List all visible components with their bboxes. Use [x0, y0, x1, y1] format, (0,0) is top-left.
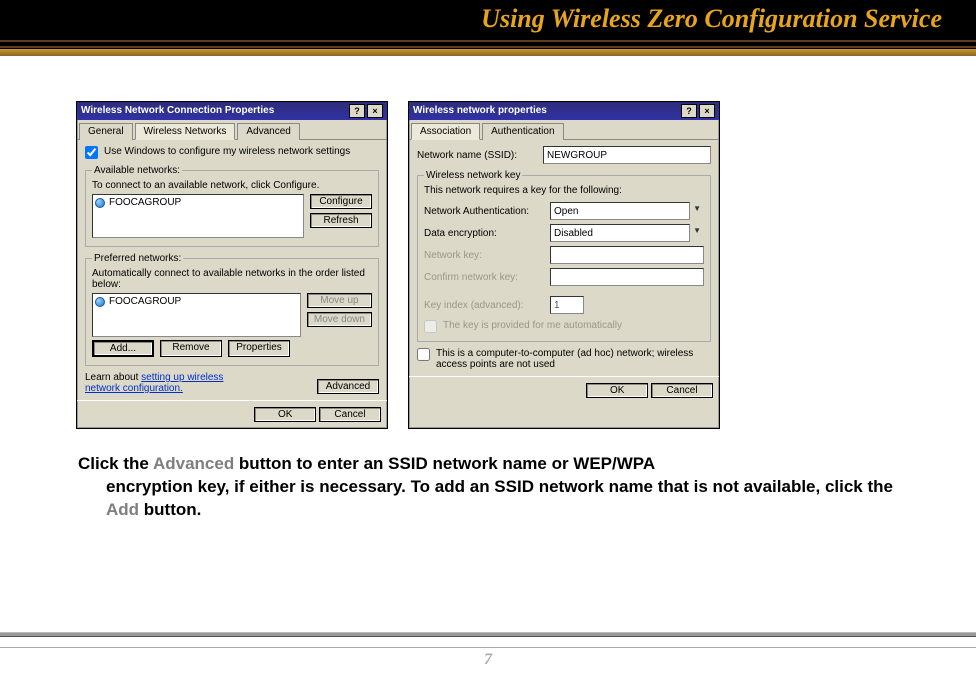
confirm-netkey-label: Confirm network key: — [424, 272, 544, 283]
netkey-label: Network key: — [424, 250, 544, 261]
network-icon — [95, 297, 105, 307]
wireless-connection-properties-dialog: Wireless Network Connection Properties ?… — [76, 101, 388, 429]
adhoc-label: This is a computer-to-computer (ad hoc) … — [436, 348, 711, 370]
adhoc-checkbox[interactable]: This is a computer-to-computer (ad hoc) … — [417, 348, 711, 370]
keyindex-input — [550, 296, 584, 314]
available-listbox[interactable]: FOOCAGROUP — [92, 194, 304, 238]
dlg1-title: Wireless Network Connection Properties — [81, 102, 274, 120]
learn-pre: Learn about — [85, 372, 141, 383]
netkey-input — [550, 246, 704, 264]
enc-label: Data encryption: — [424, 228, 544, 239]
dlg2-title: Wireless network properties — [413, 102, 547, 120]
auto-key-checkbox: The key is provided for me automatically — [424, 320, 704, 333]
preferred-hint: Automatically connect to available netwo… — [92, 268, 372, 290]
banner-div2 — [0, 46, 976, 48]
preferred-item-label: FOOCAGROUP — [109, 296, 181, 307]
movedown-button[interactable]: Move down — [307, 312, 372, 327]
available-item-label: FOOCAGROUP — [109, 197, 181, 208]
auto-key-label: The key is provided for me automatically — [443, 320, 622, 331]
auto-key-check — [424, 320, 437, 333]
banner-title: Using Wireless Zero Configuration Servic… — [481, 4, 942, 34]
page-number: 7 — [0, 651, 976, 669]
available-legend: Available networks: — [92, 165, 182, 176]
preferred-legend: Preferred networks: — [92, 253, 183, 264]
preferred-listbox[interactable]: FOOCAGROUP — [92, 293, 301, 337]
help-icon[interactable]: ? — [681, 104, 697, 118]
banner-div1 — [0, 40, 976, 42]
tab-general[interactable]: General — [79, 123, 133, 140]
auth-label: Network Authentication: — [424, 206, 544, 217]
network-icon — [95, 198, 105, 208]
banner: Using Wireless Zero Configuration Servic… — [0, 0, 976, 56]
available-networks-group: Available networks: To connect to an ava… — [85, 165, 379, 247]
banner-gold — [0, 49, 976, 56]
available-hint: To connect to an available network, clic… — [92, 180, 372, 191]
enc-select[interactable] — [550, 224, 690, 242]
add-button[interactable]: Add... — [92, 340, 154, 357]
close-icon[interactable]: × — [367, 104, 383, 118]
use-windows-label: Use Windows to configure my wireless net… — [104, 146, 350, 157]
refresh-button[interactable]: Refresh — [310, 213, 372, 228]
close-icon[interactable]: × — [699, 104, 715, 118]
properties-button[interactable]: Properties — [228, 340, 290, 357]
tab-wireless-networks[interactable]: Wireless Networks — [135, 123, 236, 140]
cancel-button[interactable]: Cancel — [319, 407, 381, 422]
instr-1a: Click the — [78, 454, 153, 473]
instr-1c: button to enter an SSID network name or … — [234, 454, 655, 473]
tab-authentication[interactable]: Authentication — [482, 123, 563, 140]
adhoc-check[interactable] — [417, 348, 430, 361]
footer-divider-thin — [0, 647, 976, 648]
dlg2-titlebar[interactable]: Wireless network properties ? × — [409, 102, 719, 120]
ok-button[interactable]: OK — [254, 407, 316, 422]
instr-2a: encryption key, if either is necessary. … — [106, 477, 893, 496]
tab-advanced[interactable]: Advanced — [237, 123, 299, 140]
ssid-input[interactable] — [543, 146, 711, 164]
footer-divider — [0, 632, 976, 637]
moveup-button[interactable]: Move up — [307, 293, 372, 308]
configure-button[interactable]: Configure — [310, 194, 372, 209]
remove-button[interactable]: Remove — [160, 340, 222, 357]
instr-2c: button. — [139, 500, 201, 519]
list-item[interactable]: FOOCAGROUP — [95, 296, 298, 307]
list-item[interactable]: FOOCAGROUP — [95, 197, 301, 208]
ssid-label: Network name (SSID): — [417, 150, 537, 161]
dlg2-tabs: Association Authentication — [409, 120, 719, 140]
key-legend: Wireless network key — [424, 170, 522, 181]
dlg1-tabs: General Wireless Networks Advanced — [77, 120, 387, 140]
keyindex-label: Key index (advanced): — [424, 300, 544, 311]
advanced-button[interactable]: Advanced — [317, 379, 379, 394]
use-windows-checkbox[interactable]: Use Windows to configure my wireless net… — [85, 146, 379, 159]
use-windows-check[interactable] — [85, 146, 98, 159]
cancel-button[interactable]: Cancel — [651, 383, 713, 398]
learn-about-text: Learn about setting up wireless network … — [85, 372, 255, 394]
key-hint: This network requires a key for the foll… — [424, 185, 704, 196]
confirm-netkey-input — [550, 268, 704, 286]
tab-association[interactable]: Association — [411, 123, 480, 140]
wireless-key-group: Wireless network key This network requir… — [417, 170, 711, 342]
instruction-text: Click the Advanced button to enter an SS… — [78, 453, 908, 522]
dlg1-titlebar[interactable]: Wireless Network Connection Properties ?… — [77, 102, 387, 120]
preferred-networks-group: Preferred networks: Automatically connec… — [85, 253, 379, 366]
wireless-network-properties-dialog: Wireless network properties ? × Associat… — [408, 101, 720, 429]
instr-2b: Add — [106, 500, 139, 519]
instr-1b: Advanced — [153, 454, 234, 473]
help-icon[interactable]: ? — [349, 104, 365, 118]
auth-select[interactable] — [550, 202, 690, 220]
ok-button[interactable]: OK — [586, 383, 648, 398]
